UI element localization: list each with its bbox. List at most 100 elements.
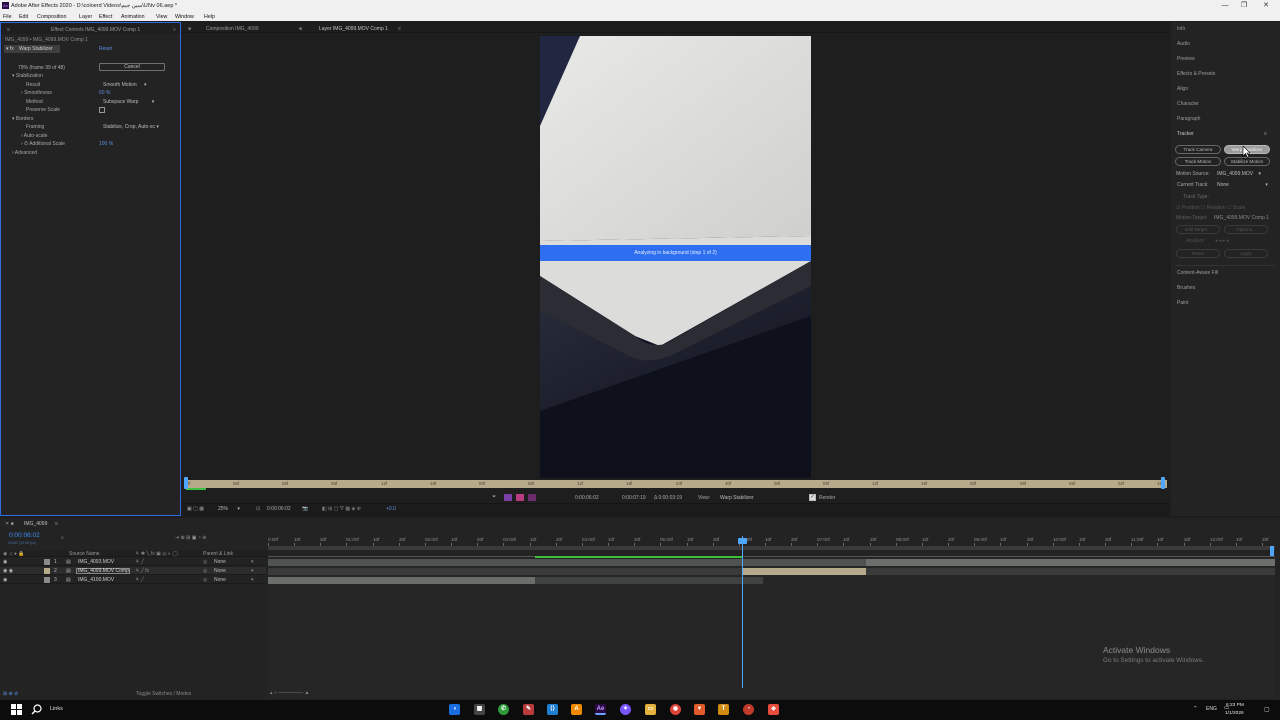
menu-composition[interactable]: Composition — [37, 14, 66, 20]
smoothness-value[interactable]: 50 % — [99, 90, 110, 96]
app-icon-pink[interactable]: ◈ — [768, 704, 779, 715]
parent-chevron-icon[interactable]: ▾ — [251, 568, 254, 574]
parent-dropdown[interactable]: None — [214, 568, 226, 574]
prop-borders[interactable]: ▾ Borders — [12, 116, 33, 122]
show-snapshot-icon[interactable] — [516, 494, 524, 501]
menu-layer[interactable]: Layer — [79, 14, 92, 20]
panel-paint[interactable]: Paint — [1177, 300, 1188, 306]
timeline-timecode[interactable]: 0:00:06:02 — [9, 532, 40, 539]
prop-auto-scale[interactable]: › Auto-scale — [21, 133, 47, 139]
menu-animation[interactable]: Animation — [121, 14, 145, 20]
method-dropdown[interactable]: Subspace Warp ▾ — [103, 99, 154, 105]
framing-dropdown[interactable]: Stabilize, Crop, Auto-sc ▾ — [103, 124, 159, 130]
layer-time-ruler[interactable]: 00f 06f 06f 06f 12f 18f 00f 06f 12f 18f 24f 30f 00f 0… — [184, 480, 1167, 488]
layer-bar-2[interactable] — [742, 568, 866, 575]
parent-chevron-icon[interactable]: ▾ — [251, 577, 254, 583]
panel-expand-icon[interactable]: » — [173, 27, 176, 33]
reset-link[interactable]: Reset — [99, 46, 112, 52]
timeline-tab[interactable]: IMG_4099 — [24, 521, 47, 527]
layer-switch-icon[interactable]: ⚘ ╱ — [135, 559, 144, 565]
clock-date[interactable]: 1/1/2026 — [1225, 711, 1244, 716]
channel-icon[interactable] — [528, 494, 536, 501]
options-button[interactable]: Options... — [1224, 225, 1268, 234]
result-dropdown[interactable]: Smooth Motion ▾ — [103, 82, 147, 88]
typora-icon[interactable]: T — [718, 704, 729, 715]
language-indicator[interactable]: ENG — [1206, 706, 1217, 712]
cancel-button[interactable]: Cancel — [99, 63, 165, 71]
messenger-icon[interactable]: ✦ — [620, 704, 631, 715]
brave-icon[interactable]: ▼ — [694, 704, 705, 715]
app-icon-red[interactable]: ◔ — [743, 704, 754, 715]
panel-content-aware-fill[interactable]: Content-Aware Fill — [1177, 270, 1218, 276]
visibility-eye-icon[interactable]: ◉ — [3, 577, 7, 583]
minimize-button[interactable]: — — [1218, 1, 1232, 11]
panel-preview[interactable]: Preview — [1177, 56, 1195, 62]
work-area-bar[interactable] — [268, 546, 1275, 550]
visibility-eye-icon[interactable]: ◉ ◉ — [3, 568, 13, 574]
timeline-ruler[interactable]: 0:00f 10f 20f 01:00f 10f 20f 02:00f 10f 20f 03:00… — [0, 0, 1280, 546]
prop-advanced[interactable]: › Advanced — [12, 150, 37, 156]
work-area-end[interactable] — [1270, 546, 1274, 556]
track-motion-button[interactable]: Track Motion — [1175, 157, 1221, 166]
stabilize-motion-button[interactable]: Stabilize Motion — [1224, 157, 1270, 166]
layer-name[interactable]: IMG_4093.MOV — [78, 559, 114, 565]
viewer-option-icons[interactable]: ◧ ⊞ ▢ ⛛ ▦ ◈ ⊛ — [322, 506, 361, 512]
edit-target-button[interactable]: Edit Target... — [1176, 225, 1220, 234]
layer-row-1[interactable]: ◉ 1 ▤ IMG_4093.MOV ⚘ ╱ ◎ None ▾ — [0, 558, 266, 566]
media-app-icon[interactable]: ▦ — [474, 704, 485, 715]
parent-pickwhip-icon[interactable]: ◎ — [203, 568, 207, 574]
toggle-switches-modes[interactable]: Toggle Switches / Modes — [136, 691, 191, 697]
zoom-dropdown[interactable]: 25% ▾ — [218, 506, 240, 512]
label-color[interactable] — [44, 559, 50, 565]
camera-icon[interactable]: 📷 — [302, 506, 308, 512]
layer-row-3[interactable]: ◉ 3 ▤ IMG_4100.MOV ⚘ ╱ ◎ None ▾ — [0, 576, 266, 584]
snapshot-icon[interactable] — [504, 494, 512, 501]
out-time[interactable]: 0:00:07:19 — [622, 495, 646, 501]
file-explorer-icon[interactable]: ▭ — [645, 704, 656, 715]
parent-chevron-icon[interactable]: ▾ — [251, 559, 254, 565]
effect-name[interactable]: Warp Stabilizer — [19, 46, 53, 52]
menu-effect[interactable]: Effect — [99, 14, 112, 20]
layer-bar-3[interactable] — [268, 577, 535, 584]
additional-scale-value[interactable]: 100 % — [99, 141, 113, 147]
layer-name[interactable]: IMG_4099.MOV Comp 1 — [78, 568, 130, 574]
analyze-controls[interactable]: ◂ ◂ ▸ ▸ — [1215, 238, 1229, 244]
timeline-close-icon[interactable]: ✕ ■ — [5, 521, 14, 527]
label-color[interactable] — [44, 577, 50, 583]
search-icon[interactable]: ⌕ — [61, 535, 64, 541]
out-point-marker[interactable] — [1161, 477, 1165, 489]
layer-switch-icon[interactable]: ⚘ ╱ fx — [135, 568, 149, 574]
panel-paragraph[interactable]: Paragraph — [1177, 116, 1200, 122]
track-camera-button[interactable]: Track Camera — [1175, 145, 1221, 154]
viewer-toolbar-icons[interactable]: ▣ ▢ ▦ — [187, 506, 204, 512]
exposure-value[interactable]: +0.0 — [386, 506, 396, 512]
panel-info[interactable]: Info — [1177, 26, 1185, 32]
tab-menu-icon[interactable]: ≡ — [398, 26, 401, 32]
panel-tracker[interactable]: Tracker — [1177, 131, 1194, 137]
visibility-eye-icon[interactable]: ◉ — [3, 559, 7, 565]
notifications-icon[interactable]: ▢ — [1264, 706, 1270, 713]
playhead-icon[interactable]: ⏷ — [492, 494, 498, 501]
vscode-icon[interactable]: ⟨⟩ — [547, 704, 558, 715]
panel-effects-presets[interactable]: Effects & Presets — [1177, 71, 1215, 77]
col-source-name[interactable]: Source Name — [69, 551, 100, 557]
region-icon[interactable]: ⊡ — [256, 506, 260, 512]
parent-pickwhip-icon[interactable]: ◎ — [203, 559, 207, 565]
prop-stabilization[interactable]: ▾ Stabilization — [12, 73, 43, 79]
menu-edit[interactable]: Edit — [19, 14, 28, 20]
parent-dropdown[interactable]: None — [214, 577, 226, 583]
parent-pickwhip-icon[interactable]: ◎ — [203, 577, 207, 583]
av-switch-icons[interactable]: ◉ ♫ ● 🔒 — [3, 551, 25, 557]
close-button[interactable]: ✕ — [1259, 1, 1273, 11]
col-parent[interactable]: Parent & Link — [203, 551, 233, 557]
menu-file[interactable]: File — [3, 14, 12, 20]
tracker-menu-icon[interactable]: ≡ — [1264, 131, 1267, 137]
tracker-apply-button[interactable]: Apply — [1224, 249, 1268, 258]
timeline-menu-icon[interactable]: ≡ — [55, 521, 58, 527]
layer-bar-3-tail[interactable] — [535, 577, 763, 584]
layer-bar-1-highlight[interactable] — [866, 559, 1275, 566]
panel-character[interactable]: Character — [1177, 101, 1199, 107]
windows-start-icon[interactable] — [11, 704, 22, 715]
layer-switch-icon[interactable]: ⚘ ╱ — [135, 577, 144, 583]
in-point-marker[interactable] — [184, 477, 188, 489]
